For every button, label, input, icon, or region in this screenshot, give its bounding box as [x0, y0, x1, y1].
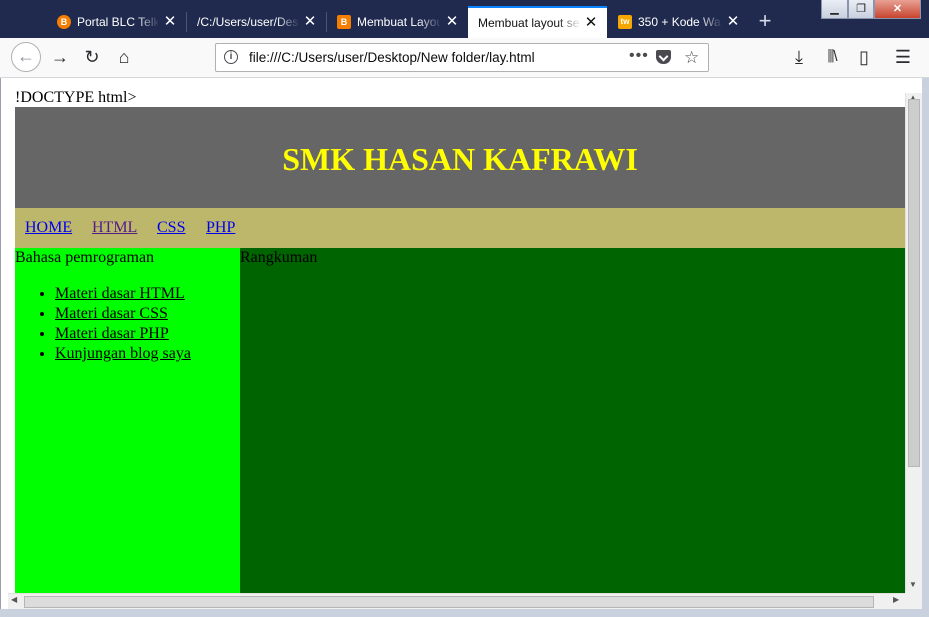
horizontal-scroll-thumb[interactable]	[24, 596, 874, 608]
home-icon[interactable]: ⌂	[110, 43, 138, 71]
tab-portal-blc[interactable]: B Portal BLC Telkom ✕	[47, 6, 186, 38]
scroll-down-icon[interactable]: ▼	[909, 580, 917, 589]
list-item: Materi dasar HTML	[55, 284, 191, 304]
reload-icon[interactable]: ↻	[78, 43, 106, 71]
info-icon[interactable]: i	[224, 50, 238, 64]
close-tab-icon[interactable]: ✕	[725, 6, 741, 38]
close-tab-icon[interactable]: ✕	[583, 8, 599, 38]
bookmark-star-icon[interactable]: ☆	[684, 44, 699, 71]
sidebar-link-list: Materi dasar HTML Materi dasar CSS Mater…	[15, 284, 191, 364]
page-title: SMK HASAN KAFRAWI	[282, 141, 638, 177]
doctype-text: !DOCTYPE html>	[15, 89, 137, 106]
page-actions-icon[interactable]: •••	[629, 44, 649, 68]
minimize-button[interactable]: ▁	[821, 0, 848, 19]
menu-link-home[interactable]: HOME	[25, 218, 72, 238]
tab-membuat-layout[interactable]: B Membuat Layout ✕	[327, 6, 468, 38]
close-window-button[interactable]: ✕	[874, 0, 921, 19]
list-item: Materi dasar CSS	[55, 304, 191, 324]
content-heading: Rangkuman	[240, 249, 318, 266]
window-frame-right	[922, 78, 929, 617]
close-tab-icon[interactable]: ✕	[302, 6, 318, 38]
sidebar-link-blog[interactable]: Kunjungan blog saya	[55, 345, 191, 362]
new-tab-button[interactable]: +	[752, 8, 778, 34]
tw-icon: tw	[618, 15, 632, 29]
url-text[interactable]: file:///C:/Users/user/Desktop/New folder…	[249, 44, 535, 71]
vertical-scrollbar[interactable]: ▲ ▼	[905, 93, 922, 593]
sidebar-link-css[interactable]: Materi dasar CSS	[55, 305, 168, 322]
scroll-right-icon[interactable]: ▶	[893, 595, 899, 604]
tab-kode-warna[interactable]: tw 350 + Kode Warna ✕	[608, 6, 749, 38]
menu-bar: HOME HTML CSS PHP	[15, 208, 905, 248]
tab-active-layout[interactable]: Membuat layout sederhana ✕	[468, 6, 607, 38]
library-icon[interactable]: ⫼\	[818, 43, 846, 71]
list-item: Materi dasar PHP	[55, 324, 191, 344]
window-frame-bottom	[0, 609, 929, 617]
blogger-icon: B	[337, 15, 351, 29]
menu-hamburger-icon[interactable]: ☰	[889, 43, 917, 71]
back-arrow-icon[interactable]: ←	[11, 42, 41, 72]
menu-link-php[interactable]: PHP	[206, 218, 235, 238]
download-icon[interactable]: ⤓	[785, 43, 813, 71]
tab-strip: B Portal BLC Telkom ✕ /C:/Users/user/Des…	[0, 0, 929, 38]
menu-link-css[interactable]: CSS	[157, 218, 185, 238]
sidebar-link-html[interactable]: Materi dasar HTML	[55, 285, 185, 302]
pocket-icon[interactable]	[656, 50, 671, 64]
vertical-scroll-thumb[interactable]	[908, 99, 920, 467]
sidebar: Bahasa pemrograman Materi dasar HTML Mat…	[15, 248, 240, 593]
sidebar-toggle-icon[interactable]: ▯	[850, 43, 878, 71]
sidebar-heading: Bahasa pemrograman	[15, 249, 155, 266]
main-content: Rangkuman	[240, 248, 905, 593]
close-tab-icon[interactable]: ✕	[444, 6, 460, 38]
close-tab-icon[interactable]: ✕	[162, 6, 178, 38]
scroll-corner	[905, 593, 922, 609]
page-header: SMK HASAN KAFRAWI	[15, 107, 905, 208]
tab-local-file[interactable]: /C:/Users/user/Desktop ✕	[187, 6, 326, 38]
forward-arrow-icon[interactable]: →	[46, 43, 74, 71]
restore-button[interactable]: ❐	[848, 0, 874, 19]
sidebar-link-php[interactable]: Materi dasar PHP	[55, 325, 169, 342]
list-item: Kunjungan blog saya	[55, 344, 191, 364]
blogger-circle-icon: B	[57, 15, 71, 29]
navigation-toolbar: ← → ↻ ⌂ i file:///C:/Users/user/Desktop/…	[0, 38, 929, 78]
window-controls: ▁ ❐ ✕	[821, 0, 925, 20]
horizontal-scrollbar[interactable]: ◀ ▶	[8, 593, 905, 609]
menu-link-html[interactable]: HTML	[92, 218, 137, 238]
address-bar[interactable]: i file:///C:/Users/user/Desktop/New fold…	[215, 43, 709, 72]
scroll-left-icon[interactable]: ◀	[11, 595, 17, 604]
